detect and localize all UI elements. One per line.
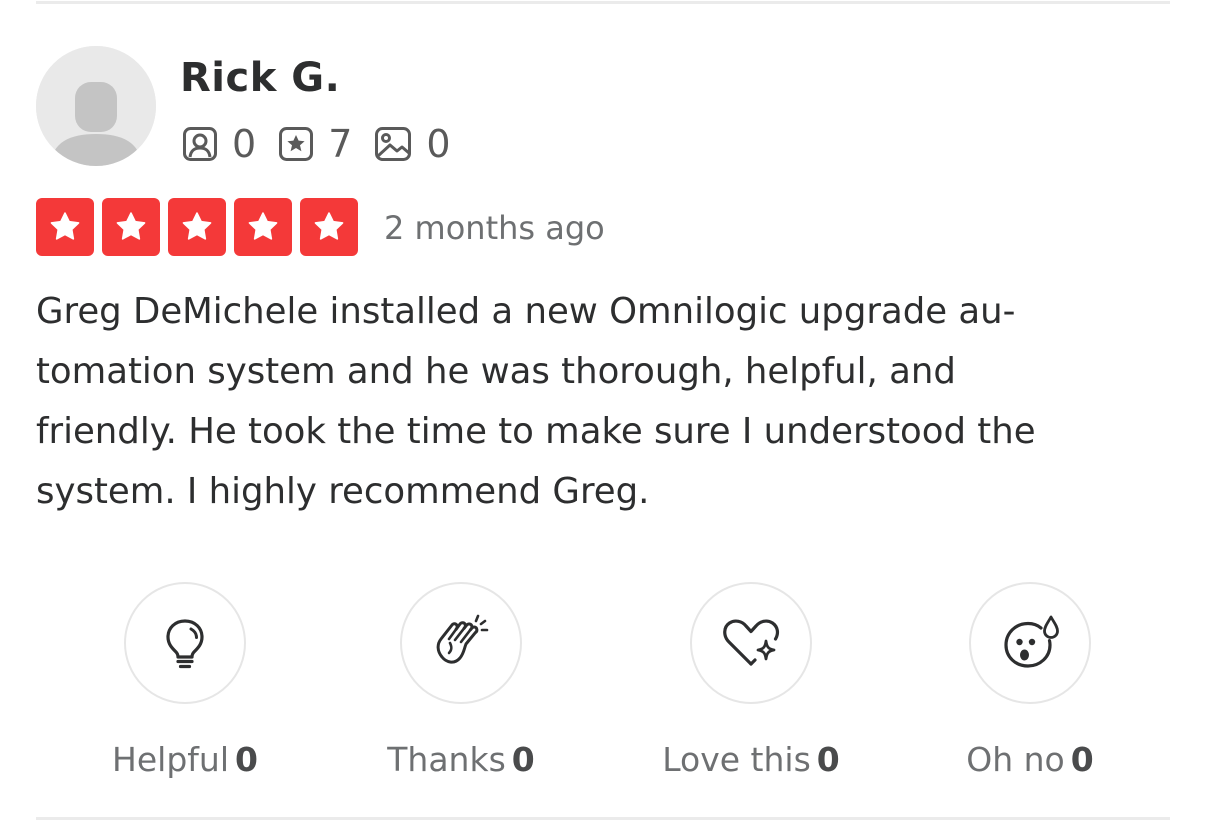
thanks-count: 0 <box>511 740 535 779</box>
love-this-count: 0 <box>816 740 840 779</box>
thanks-button[interactable] <box>400 582 522 704</box>
reviews-count: 7 <box>328 122 353 166</box>
oh-no-reaction[interactable]: Oh no 0 <box>900 582 1160 782</box>
love-this-reaction[interactable]: Love this 0 <box>621 582 881 782</box>
helpful-label-row: Helpful 0 <box>55 738 315 782</box>
clapping-hands-icon <box>436 614 489 664</box>
friends-stat: 0 <box>182 120 256 168</box>
star-rating <box>36 198 358 256</box>
review-text: Greg DeMichele installed a new Omnilogic… <box>36 291 1036 512</box>
reviews-star-icon <box>279 127 314 161</box>
reviews-stat: 7 <box>278 120 352 168</box>
oh-no-count: 0 <box>1070 740 1094 779</box>
top-divider <box>36 1 1170 4</box>
review-date: 2 months ago <box>384 209 605 247</box>
avatar[interactable] <box>36 46 156 166</box>
user-name[interactable]: Rick G. <box>180 50 340 106</box>
helpful-count: 0 <box>234 740 258 779</box>
heart-sparkle-icon <box>723 619 780 666</box>
star-2 <box>102 198 160 256</box>
star-5 <box>300 198 358 256</box>
star-icon <box>50 212 80 240</box>
thanks-label: Thanks <box>387 740 506 779</box>
user-stats: 0 7 0 <box>182 120 473 168</box>
photos-icon <box>375 127 412 161</box>
photos-count: 0 <box>426 122 451 166</box>
star-3 <box>168 198 226 256</box>
oh-no-label: Oh no <box>966 740 1065 779</box>
star-icon <box>248 212 278 240</box>
star-icon <box>116 212 146 240</box>
helpful-button[interactable] <box>124 582 246 704</box>
bottom-divider <box>36 817 1170 820</box>
surprised-face-icon <box>1004 615 1059 668</box>
helpful-label: Helpful <box>112 740 229 779</box>
lightbulb-icon <box>166 619 204 669</box>
oh-no-button[interactable] <box>969 582 1091 704</box>
friends-count: 0 <box>232 122 257 166</box>
star-icon <box>314 212 344 240</box>
love-this-label-row: Love this 0 <box>621 738 881 782</box>
love-this-button[interactable] <box>690 582 812 704</box>
thanks-reaction[interactable]: Thanks 0 <box>331 582 591 782</box>
love-this-label: Love this <box>662 740 811 779</box>
helpful-reaction[interactable]: Helpful 0 <box>55 582 315 782</box>
default-user-silhouette-icon <box>36 46 156 166</box>
star-4 <box>234 198 292 256</box>
thanks-label-row: Thanks 0 <box>331 738 591 782</box>
friends-icon <box>183 127 217 161</box>
oh-no-label-row: Oh no 0 <box>900 738 1160 782</box>
star-1 <box>36 198 94 256</box>
star-icon <box>182 212 212 240</box>
photos-stat: 0 <box>374 120 451 168</box>
